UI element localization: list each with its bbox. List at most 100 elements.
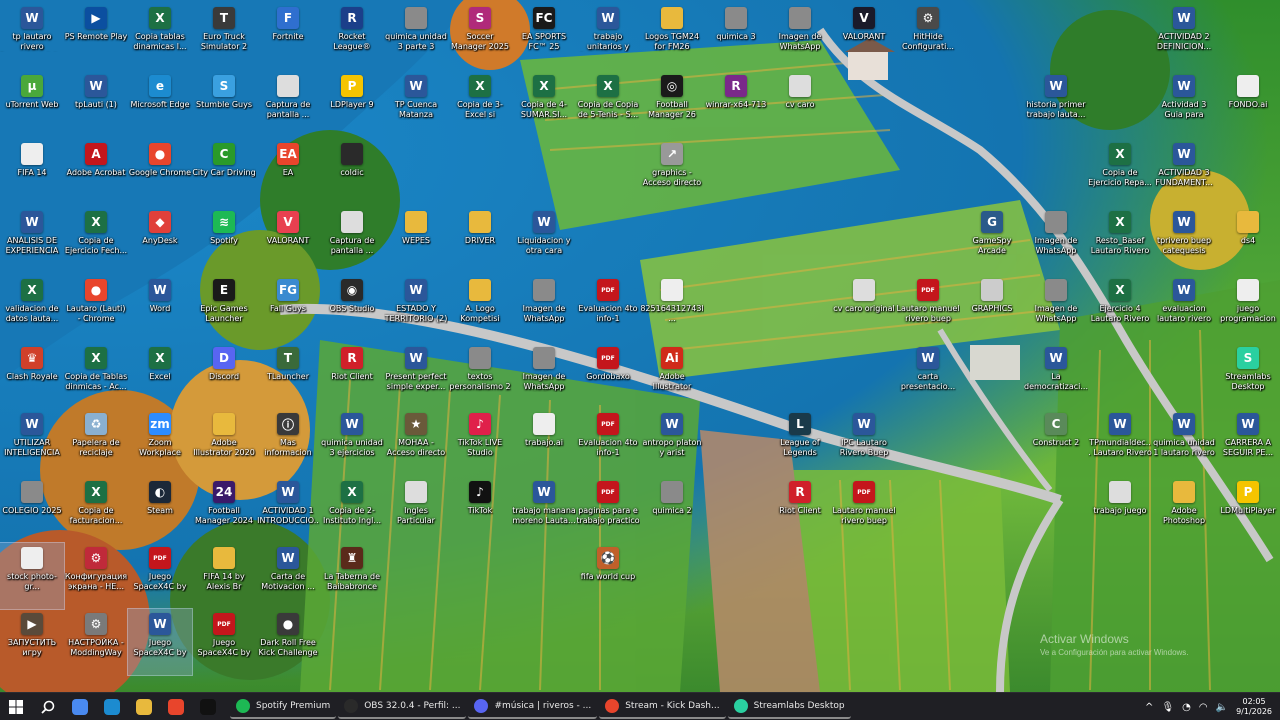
desktop-icon[interactable]: ◎ Football Manager 26 <box>640 71 704 137</box>
desktop-icon[interactable]: ⚙ Конфигурация экрана - HE... <box>64 543 128 609</box>
desktop-icon[interactable]: ★ MOHAA - Acceso directo <box>384 409 448 475</box>
desktop-icon[interactable]: T TLauncher <box>256 343 320 409</box>
desktop-icon[interactable]: PDF paginas para e trabajo practico <box>576 477 640 543</box>
desktop-icon[interactable]: FIFA 14 <box>0 139 64 205</box>
desktop-icon[interactable]: S Soccer Manager 2025 <box>448 3 512 69</box>
desktop-icon[interactable]: Wantropo platon y arist <box>640 409 704 475</box>
desktop-icon[interactable]: Logos TGM24 for FM26 <box>640 3 704 69</box>
desktop-icon[interactable]: W Present perfect simple exper... <box>384 343 448 409</box>
desktop-icon[interactable]: ♪ TikTok <box>448 477 512 543</box>
desktop-icon[interactable]: Adobe Illustrator 2020 <box>192 409 256 475</box>
desktop-icon[interactable]: ● Lautaro (Lauti) - Chrome <box>64 275 128 341</box>
desktop-icon[interactable]: W Liquidacion y otra cara Lauta... <box>512 207 576 273</box>
desktop-icon[interactable]: Whistoria primer trabajo lauta... <box>1024 71 1088 137</box>
desktop-icon[interactable]: X Copia de 2-Instituto Ingl... <box>320 477 384 543</box>
copilot-icon[interactable] <box>64 693 96 720</box>
desktop-icon[interactable]: W ACTIVIDAD 2 DEFINICION... <box>1152 3 1216 69</box>
desktop-icon[interactable]: Wtp lautaro rivero formacion civi... <box>0 3 64 69</box>
desktop-icon[interactable]: 825164312743l... <box>640 275 704 341</box>
desktop-icon[interactable]: T Euro Truck Simulator 2 <box>192 3 256 69</box>
desktop-icon[interactable]: A Adobe Acrobat <box>64 139 128 205</box>
desktop-icon[interactable]: stock photo-gr... <box>0 542 65 610</box>
desktop-icon[interactable]: ◆ AnyDesk <box>128 207 192 273</box>
taskbar-app-button[interactable]: OBS 32.0.4 - Perfil: ... <box>338 695 467 719</box>
desktop-icon[interactable]: Imagen de WhatsApp 202... <box>512 343 576 409</box>
desktop-icon[interactable]: S Streamlabs Desktop <box>1216 343 1280 409</box>
desktop-icon[interactable]: R Riot Client <box>768 477 832 543</box>
desktop-icon[interactable]: EA EA <box>256 139 320 205</box>
desktop-icon[interactable]: 24 Football Manager 2024 <box>192 477 256 543</box>
taskbar-app-button[interactable]: Spotify Premium <box>230 695 337 719</box>
desktop-icon[interactable]: Adobe Photoshop 2020 <box>1152 477 1216 543</box>
desktop-icon[interactable]: PDF Evaluacion 4to info-1 <box>576 409 640 475</box>
desktop-icon[interactable]: Captura de pantalla ... <box>256 71 320 137</box>
desktop-icon[interactable]: C Construct 2 <box>1024 409 1088 475</box>
desktop-icon[interactable]: Ingles Particular <box>384 477 448 543</box>
desktop-icon[interactable]: ♛ Clash Royale <box>0 343 64 409</box>
desktop-icon[interactable]: ▶ ЗАПУСТИТЬ игру <box>0 609 64 675</box>
desktop-icon[interactable]: Captura de pantalla ... <box>320 207 384 273</box>
desktop-icon[interactable]: DRIVER <box>448 207 512 273</box>
desktop-icon[interactable]: ◐ Steam <box>128 477 192 543</box>
clock[interactable]: 02:05 9/1/2026 <box>1236 697 1272 717</box>
desktop-icon[interactable]: Imagen de WhatsApp 202... <box>768 3 832 69</box>
desktop-icon[interactable]: Imagen de WhatsApp 202... <box>512 275 576 341</box>
desktop-icon[interactable]: X Copia de Ejercicio Repa... <box>1088 139 1152 205</box>
desktop-icon[interactable]: X Resto_Basef Lautaro Rivero <box>1088 207 1152 273</box>
desktop-icon[interactable]: S Stumble Guys <box>192 71 256 137</box>
desktop-icon[interactable]: W ESTADO Y TERRITORIO (2) <box>384 275 448 341</box>
desktop-icon[interactable]: PDF Juego SpaceX4C by Anibal Laut... <box>192 609 256 675</box>
desktop-icon[interactable]: Xvalidacion de datos lauta... <box>0 275 64 341</box>
desktop-icon[interactable]: D Discord <box>192 343 256 409</box>
desktop-icon[interactable]: FONDO.ai <box>1216 71 1280 137</box>
desktop-icon[interactable]: Wevaluacion lautaro rivero <box>1152 275 1216 341</box>
desktop-icon[interactable]: X Copia de Copia de 5-Tenis - S... <box>576 71 640 137</box>
desktop-icon[interactable]: W Actividad 3 Guia para colocar u... <box>1152 71 1216 137</box>
desktop-icon[interactable]: E Epic Games Launcher <box>192 275 256 341</box>
desktop-icon[interactable]: PDF Evaluacion 4to info-1 <box>576 275 640 341</box>
desktop-icon[interactable]: Imagen de WhatsApp 202... <box>1024 275 1088 341</box>
desktop-icon[interactable]: PDF Juego SpaceX4C by Anibal <box>128 543 192 609</box>
taskbar-app-button[interactable]: #música | riveros - ... <box>468 695 598 719</box>
edge-icon[interactable] <box>96 693 128 720</box>
desktop-icon[interactable]: V VALORANT <box>832 3 896 69</box>
desktop-icon[interactable]: ◉ OBS Studio <box>320 275 384 341</box>
desktop-icon[interactable]: Ai Adobe Illustrator 2020-20200707... <box>640 343 704 409</box>
tray-chevron-icon[interactable]: ^ <box>1145 702 1153 713</box>
desktop-icon[interactable]: ♪ TikTok LIVE Studio <box>448 409 512 475</box>
desktop-icon[interactable]: C City Car Driving <box>192 139 256 205</box>
desktop-icon[interactable]: X Copia de 4-SUMAR.SI... <box>512 71 576 137</box>
desktop-icon[interactable]: ≋ Spotify <box>192 207 256 273</box>
desktop-icon[interactable]: Rwinrar-x64-713 <box>704 71 768 137</box>
desktop-icon[interactable]: P LDPlayer 9 <box>320 71 384 137</box>
desktop-icon[interactable]: X Ejercicio 4 Lautaro Rivero <box>1088 275 1152 341</box>
desktop-icon[interactable]: W Carta de Motivacion ... <box>256 543 320 609</box>
desktop-icon[interactable]: PDF Lautaro manuel rivero buep (1... <box>896 275 960 341</box>
desktop-icon[interactable]: W ACTIVIDAD 1 INTRODUCCIO... <box>256 477 320 543</box>
desktop-icon[interactable]: WEPES <box>384 207 448 273</box>
desktop-icon[interactable]: ● Google Chrome <box>128 139 192 205</box>
desktop-icon[interactable]: cv caro original <box>832 275 896 341</box>
desktop-icon[interactable]: Imagen de WhatsApp 202... <box>1024 207 1088 273</box>
desktop-icon[interactable]: trabajo juego <box>1088 477 1152 543</box>
taskbar-app-button[interactable]: Streamlabs Desktop <box>727 695 851 719</box>
desktop-icon[interactable]: R Rocket League® <box>320 3 384 69</box>
desktop-icon[interactable]: W TP Cuenca Matanza Riach... <box>384 71 448 137</box>
desktop-icon[interactable]: e Microsoft Edge <box>128 71 192 137</box>
desktop-icon[interactable]: cv caro <box>768 71 832 137</box>
desktop-icon[interactable]: juego programacion <box>1216 275 1280 341</box>
desktop-icon[interactable]: quimica unidad 3 parte 3 ejercicios <box>384 3 448 69</box>
desktop-icon[interactable]: R Riot Client <box>320 343 384 409</box>
desktop-icon[interactable]: ● Dark Roll Free Kick Challenge <box>256 609 320 675</box>
desktop-icon[interactable]: Wcarta presentacio... <box>896 343 960 409</box>
desktop-icon[interactable]: FC EA SPORTS FC™ 25 <box>512 3 576 69</box>
desktop-icon[interactable]: ⚙ НАСТРОЙКА - ModdingWay <box>64 609 128 675</box>
desktop-icon[interactable]: X Excel <box>128 343 192 409</box>
desktop-icon[interactable]: ♜ La Taberna de Baibabronce <box>320 543 384 609</box>
file-explorer-icon[interactable] <box>128 693 160 720</box>
desktop-icon[interactable]: Wtprivero buep catequesis <box>1152 207 1216 273</box>
desktop-icon[interactable]: ds4 <box>1216 207 1280 273</box>
desktop-icon[interactable]: Wtrabajo unitarios y federales La... <box>576 3 640 69</box>
desktop-icon[interactable]: X Copia de Ejercicio Fech... <box>64 207 128 273</box>
desktop-icon[interactable]: L League of Legends <box>768 409 832 475</box>
